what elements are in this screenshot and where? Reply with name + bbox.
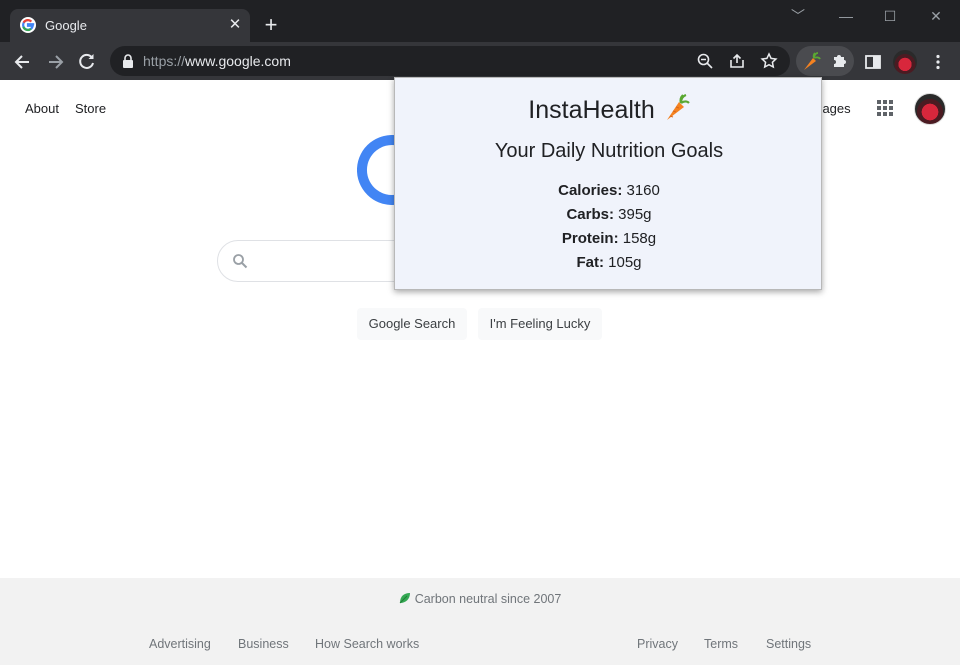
side-panel-icon[interactable] bbox=[864, 53, 882, 71]
feeling-lucky-button[interactable]: I'm Feeling Lucky bbox=[478, 308, 602, 340]
browser-title-bar: Google ✕ + ﹀ — ☐ ✕ bbox=[0, 0, 960, 42]
carbs-value: 395g bbox=[618, 206, 652, 223]
url-text[interactable]: https://www.google.com bbox=[143, 53, 291, 69]
carbon-neutral-text: Carbon neutral since 2007 bbox=[414, 592, 562, 606]
close-window-button[interactable]: ✕ bbox=[924, 6, 948, 26]
popup-heading: Your Daily Nutrition Goals bbox=[494, 140, 724, 162]
popup-title: InstaHealth bbox=[395, 92, 823, 125]
footer-link-business[interactable]: Business bbox=[238, 637, 289, 651]
calories-label: Calories: bbox=[558, 182, 623, 199]
new-tab-button[interactable]: + bbox=[262, 14, 280, 36]
leaf-icon bbox=[399, 593, 410, 604]
carbon-neutral-note[interactable]: Carbon neutral since 2007 bbox=[0, 592, 960, 606]
fat-value: 105g bbox=[608, 254, 642, 271]
tab-close-icon[interactable]: ✕ bbox=[227, 15, 243, 35]
lock-icon bbox=[123, 54, 133, 68]
about-link[interactable]: About bbox=[25, 101, 59, 116]
google-search-button[interactable]: Google Search bbox=[357, 308, 467, 340]
address-bar[interactable]: https://www.google.com bbox=[110, 46, 790, 76]
footer-link-terms[interactable]: Terms bbox=[704, 637, 738, 651]
search-icon bbox=[233, 254, 248, 269]
carbs-label: Carbs: bbox=[566, 206, 614, 223]
more-menu-icon[interactable] bbox=[929, 53, 947, 71]
instahealth-popup: InstaHealth Your Daily Nutrition Goals C… bbox=[394, 77, 822, 290]
calories-value: 3160 bbox=[626, 182, 660, 199]
nutrient-row-fat: Fat: 105g bbox=[395, 254, 823, 271]
back-arrow-icon[interactable] bbox=[10, 49, 36, 75]
browser-toolbar: https://www.google.com bbox=[0, 42, 960, 80]
footer-link-advertising[interactable]: Advertising bbox=[149, 637, 211, 651]
url-scheme: https:// bbox=[143, 53, 186, 69]
store-link[interactable]: Store bbox=[75, 101, 106, 116]
nutrient-row-calories: Calories: 3160 bbox=[395, 182, 823, 199]
tab-search-icon[interactable]: ﹀ bbox=[786, 6, 810, 26]
app-name: InstaHealth bbox=[528, 96, 655, 124]
carrot-extension-icon[interactable] bbox=[800, 50, 822, 72]
forward-arrow-icon[interactable] bbox=[42, 49, 68, 75]
fat-label: Fat: bbox=[576, 254, 604, 271]
reload-icon[interactable] bbox=[74, 49, 100, 75]
nutrient-row-protein: Protein: 158g bbox=[395, 230, 823, 247]
url-host: www.google.com bbox=[185, 53, 291, 69]
profile-avatar[interactable] bbox=[893, 50, 917, 74]
browser-tab[interactable]: Google ✕ bbox=[10, 9, 250, 42]
google-apps-grid-icon[interactable] bbox=[876, 99, 894, 117]
google-favicon-icon bbox=[20, 17, 36, 33]
carrot-icon bbox=[666, 93, 690, 120]
protein-value: 158g bbox=[622, 230, 657, 247]
nutrient-row-carbs: Carbs: 395g bbox=[395, 206, 823, 223]
minimize-button[interactable]: — bbox=[834, 6, 858, 26]
protein-label: Protein: bbox=[561, 230, 619, 247]
share-icon[interactable] bbox=[728, 52, 746, 70]
tab-title: Google bbox=[45, 18, 87, 33]
extensions-area bbox=[796, 46, 854, 76]
footer-link-privacy[interactable]: Privacy bbox=[637, 637, 678, 651]
maximize-button[interactable]: ☐ bbox=[878, 6, 902, 26]
bookmark-star-icon[interactable] bbox=[760, 52, 778, 70]
account-avatar[interactable] bbox=[914, 93, 946, 125]
puzzle-extensions-icon[interactable] bbox=[831, 52, 849, 70]
zoom-icon[interactable] bbox=[696, 52, 714, 70]
footer-link-settings[interactable]: Settings bbox=[766, 637, 811, 651]
footer-link-how-search-works[interactable]: How Search works bbox=[315, 637, 419, 651]
footer: Carbon neutral since 2007 Advertising Bu… bbox=[0, 578, 960, 665]
